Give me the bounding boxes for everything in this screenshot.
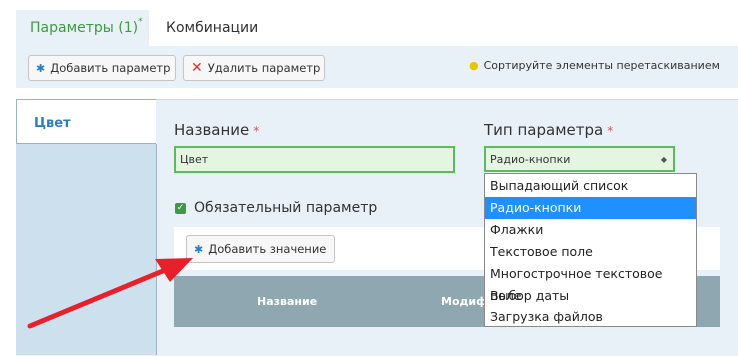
- tab-parameters-text: Параметры (1): [30, 20, 139, 36]
- name-required-mark: *: [253, 124, 260, 138]
- type-select-value: Радио-кнопки: [490, 152, 571, 166]
- sort-arrows-icon: ◆: [660, 154, 667, 164]
- tab-parameters-asterisk: *: [138, 17, 143, 27]
- add-value-button[interactable]: ✱ Добавить значение: [186, 235, 335, 263]
- snowflake-icon: ✱: [194, 242, 204, 256]
- add-parameter-button[interactable]: ✱ Добавить параметр: [28, 55, 176, 81]
- dropdown-option[interactable]: Текстовое поле: [485, 241, 696, 263]
- parameter-item-color-label: Цвет: [34, 116, 71, 131]
- close-icon: ✕: [191, 60, 203, 76]
- name-label-text: Название: [174, 121, 250, 139]
- lightbulb-icon: ●: [469, 59, 479, 72]
- type-required-mark: *: [607, 124, 614, 138]
- parameter-list: [16, 144, 157, 355]
- type-dropdown-list: Выпадающий список Радио-кнопки Флажки Те…: [484, 173, 697, 327]
- add-parameter-label: Добавить параметр: [50, 61, 171, 75]
- delete-parameter-button[interactable]: ✕ Удалить параметр: [183, 55, 325, 81]
- dropdown-option[interactable]: Выбор даты: [485, 285, 696, 307]
- sort-hint-text: Сортируйте элементы перетаскиванием: [483, 59, 720, 72]
- required-checkbox[interactable]: ✓: [175, 203, 186, 214]
- dropdown-option[interactable]: Загрузка файлов: [485, 306, 696, 328]
- add-value-label: Добавить значение: [208, 242, 327, 256]
- name-label: Название *: [174, 121, 259, 139]
- snowflake-icon: ✱: [36, 61, 46, 75]
- required-checkbox-label: Обязательный параметр: [194, 200, 378, 216]
- column-header-modifier: Модиф: [441, 295, 488, 308]
- dropdown-option[interactable]: Многострочное текстовое поле: [485, 263, 696, 303]
- sort-hint: ● Сортируйте элементы перетаскиванием: [469, 59, 720, 72]
- type-select[interactable]: Радио-кнопки ◆: [484, 146, 675, 172]
- tab-combinations[interactable]: Комбинации: [166, 20, 258, 36]
- name-input-value: Цвет: [180, 153, 209, 166]
- tab-parameters-label: Параметры (1)*: [30, 17, 143, 36]
- type-label: Тип параметра *: [484, 121, 613, 139]
- dropdown-option-selected[interactable]: Радио-кнопки: [485, 197, 696, 219]
- column-header-name: Название: [257, 295, 318, 308]
- name-input[interactable]: Цвет: [174, 146, 455, 173]
- type-label-text: Тип параметра: [484, 121, 604, 139]
- delete-parameter-label: Удалить параметр: [207, 61, 321, 75]
- dropdown-option[interactable]: Выпадающий список: [485, 175, 696, 197]
- dropdown-option[interactable]: Флажки: [485, 219, 696, 241]
